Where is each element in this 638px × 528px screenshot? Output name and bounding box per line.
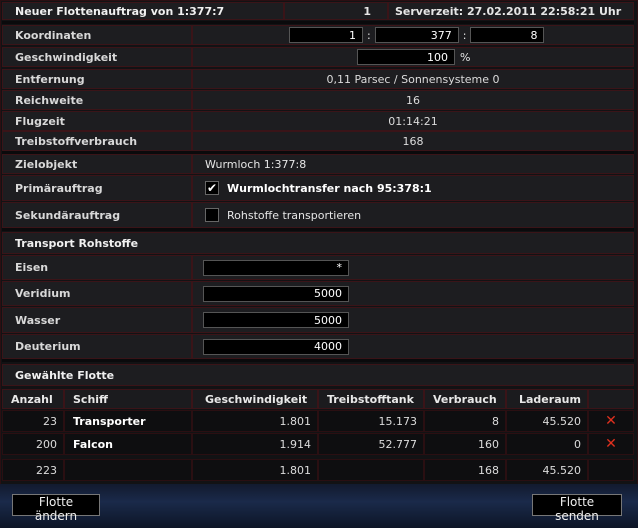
total-ship — [64, 459, 192, 481]
ship-usage: 8 — [424, 410, 506, 432]
resource-cell — [192, 255, 634, 280]
coord-planet-input[interactable] — [470, 27, 545, 43]
col-tank: Treibstofftank — [318, 389, 424, 409]
total-speed: 1.801 — [192, 459, 318, 481]
transport-title: Transport Rohstoffe — [2, 232, 634, 254]
transport-header: Transport Rohstoffe — [2, 232, 634, 254]
primary-label: Primärauftrag — [2, 175, 192, 201]
server-time: Serverzeit: 27.02.2011 22:58:21 Uhr — [388, 2, 634, 20]
coords-row: Koordinaten : : — [2, 25, 634, 45]
col-speed: Geschwindigkeit — [192, 389, 318, 409]
secondary-cell: Rohstoffe transportieren — [192, 202, 634, 228]
range-row: Reichweite 16 — [2, 90, 634, 110]
resource-row: Eisen — [2, 255, 634, 280]
resource-row: Veridium — [2, 281, 634, 306]
table-row: 23 Transporter 1.801 15.173 8 45.520 ✕ — [2, 410, 634, 432]
secondary-label: Sekundärauftrag — [2, 202, 192, 228]
ship-name: Transporter — [64, 410, 192, 432]
speed-unit: % — [460, 50, 471, 64]
fleet-header: Gewählte Flotte — [2, 364, 634, 386]
ship-count: 23 — [2, 410, 64, 432]
speed-input[interactable] — [357, 49, 455, 65]
speed-label: Geschwindigkeit — [2, 47, 192, 67]
secondary-row: Sekundärauftrag Rohstoffe transportieren — [2, 202, 634, 228]
total-usage: 168 — [424, 459, 506, 481]
distance-row: Entfernung 0,11 Parsec / Sonnensysteme 0 — [2, 69, 634, 89]
target-value: Wurmloch 1:377:8 — [192, 154, 634, 174]
send-fleet-button[interactable]: Flotte senden — [532, 494, 622, 523]
eisen-input[interactable] — [203, 259, 349, 276]
total-tank — [318, 459, 424, 481]
target-label: Zielobjekt — [2, 154, 192, 174]
deuterium-input[interactable] — [203, 338, 349, 355]
total-count: 223 — [2, 459, 64, 481]
col-usage: Verbrauch — [424, 389, 506, 409]
fuel-value: 168 — [192, 131, 634, 151]
ship-speed: 1.801 — [192, 410, 318, 432]
col-anzahl: Anzahl — [2, 389, 64, 409]
fuel-label: Treibstoffverbrauch — [2, 131, 192, 151]
coord-separator: : — [367, 28, 371, 42]
wasser-input[interactable] — [203, 312, 349, 328]
table-row: 200 Falcon 1.914 52.777 160 0 ✕ — [2, 433, 634, 455]
primary-cell: ✔ Wurmlochtransfer nach 95:378:1 — [192, 175, 634, 201]
speed-cell: % — [192, 47, 634, 67]
resource-label-deuterium: Deuterium — [2, 334, 192, 359]
coords-inputs: : : — [192, 25, 634, 45]
col-cargo: Laderaum — [506, 389, 588, 409]
col-actions — [588, 389, 634, 409]
flighttime-label: Flugzeit — [2, 111, 192, 131]
resource-row: Wasser — [2, 307, 634, 333]
primary-row: Primärauftrag ✔ Wurmlochtransfer nach 95… — [2, 175, 634, 201]
page-title: Neuer Flottenauftrag von 1:377:7 — [2, 2, 284, 20]
change-fleet-button[interactable]: Flotte ändern — [12, 494, 100, 523]
coord-separator: : — [462, 28, 467, 42]
ship-count: 200 — [2, 433, 64, 455]
coord-galaxy-input[interactable] — [289, 27, 363, 43]
fuel-row: Treibstoffverbrauch 168 — [2, 131, 634, 151]
ship-cargo: 0 — [506, 433, 588, 455]
col-schiff: Schiff — [64, 389, 192, 409]
ship-usage: 160 — [424, 433, 506, 455]
speed-row: Geschwindigkeit % — [2, 47, 634, 67]
fleet-title: Gewählte Flotte — [2, 364, 634, 386]
resource-cell — [192, 334, 634, 359]
target-row: Zielobjekt Wurmloch 1:377:8 — [2, 154, 634, 174]
resource-cell — [192, 281, 634, 306]
ship-tank: 15.173 — [318, 410, 424, 432]
resource-cell — [192, 307, 634, 333]
veridium-input[interactable] — [203, 285, 349, 302]
distance-label: Entfernung — [2, 69, 192, 89]
flighttime-value: 01:14:21 — [192, 111, 634, 131]
delete-icon[interactable]: ✕ — [588, 410, 634, 432]
range-value: 16 — [192, 90, 634, 110]
secondary-value: Rohstoffe transportieren — [227, 208, 362, 222]
total-cargo: 45.520 — [506, 459, 588, 481]
ship-name: Falcon — [64, 433, 192, 455]
primary-checkbox[interactable]: ✔ — [205, 181, 219, 195]
total-actions — [588, 459, 634, 481]
header-number: 1 — [284, 2, 388, 20]
resource-label-eisen: Eisen — [2, 255, 192, 280]
fleet-table-header: Anzahl Schiff Geschwindigkeit Treibstoff… — [2, 389, 634, 409]
ship-tank: 52.777 — [318, 433, 424, 455]
resource-label-wasser: Wasser — [2, 307, 192, 333]
header-bar: Neuer Flottenauftrag von 1:377:7 1 Serve… — [2, 2, 634, 20]
secondary-checkbox[interactable] — [205, 208, 219, 222]
range-label: Reichweite — [2, 90, 192, 110]
primary-value: Wurmlochtransfer nach 95:378:1 — [227, 181, 432, 195]
resource-row: Deuterium — [2, 334, 634, 359]
fleet-total-row: 223 1.801 168 45.520 — [2, 459, 634, 481]
coord-system-input[interactable] — [374, 27, 459, 43]
distance-value: 0,11 Parsec / Sonnensysteme 0 — [192, 69, 634, 89]
delete-icon[interactable]: ✕ — [588, 433, 634, 455]
ship-speed: 1.914 — [192, 433, 318, 455]
ship-cargo: 45.520 — [506, 410, 588, 432]
coords-label: Koordinaten — [2, 25, 192, 45]
resource-label-veridium: Veridium — [2, 281, 192, 306]
flighttime-row: Flugzeit 01:14:21 — [2, 111, 634, 131]
